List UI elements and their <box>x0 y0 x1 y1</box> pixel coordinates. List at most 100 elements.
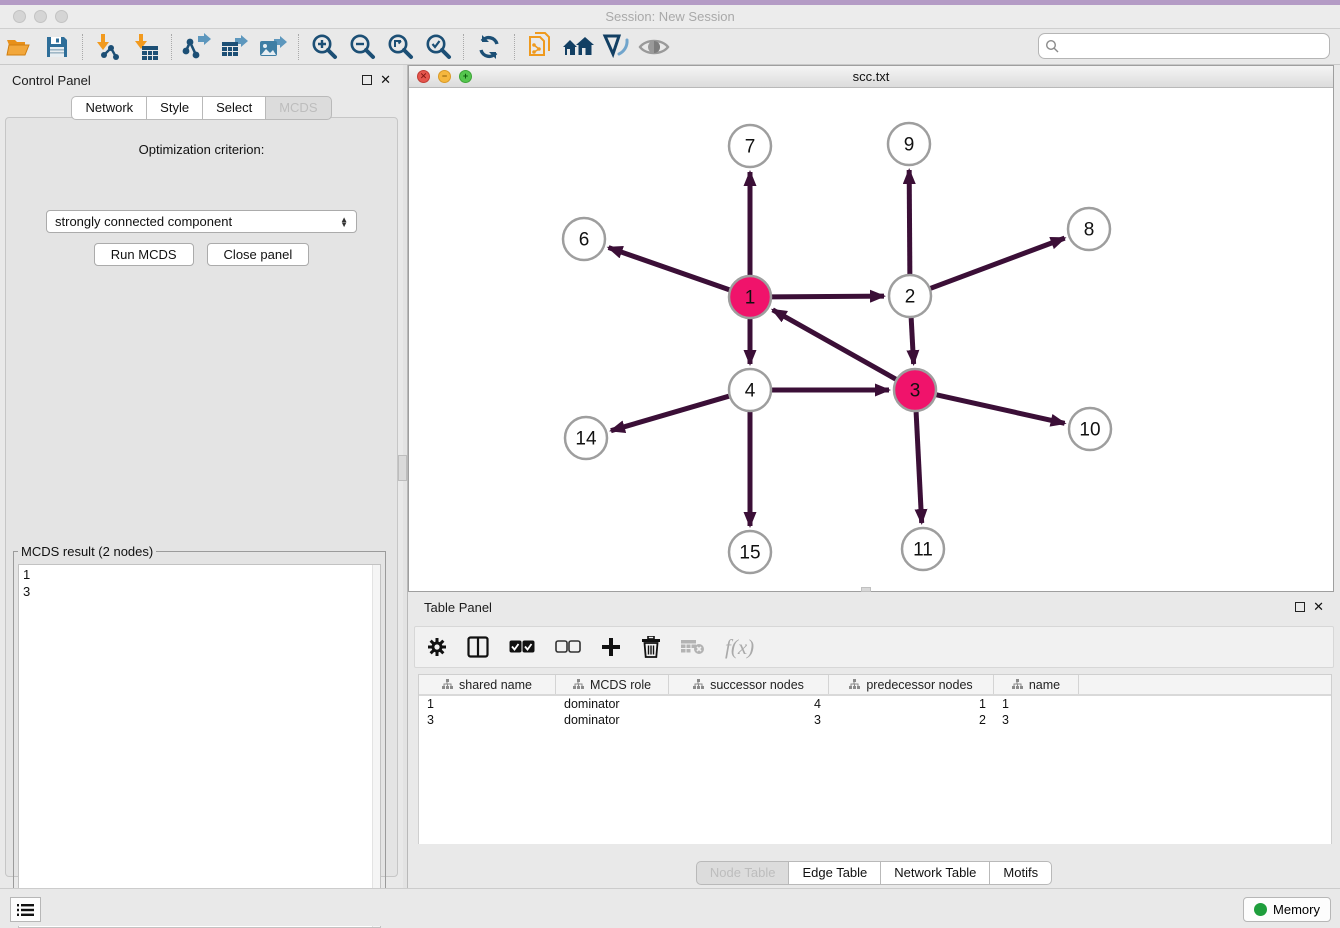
zoom-selected-icon[interactable] <box>419 31 457 63</box>
divider-handle[interactable] <box>398 455 407 481</box>
graph-node-10[interactable]: 10 <box>1069 408 1111 450</box>
graph-node-15[interactable]: 15 <box>729 531 771 573</box>
network-view-window: ✕ − + scc.txt 7 9 6 8 1 2 4 3 14 10 15 11 <box>408 65 1334 592</box>
graph-node-4[interactable]: 4 <box>729 369 771 411</box>
table-tab-motifs[interactable]: Motifs <box>989 861 1052 885</box>
column-header-predecessor-nodes[interactable]: predecessor nodes <box>829 675 994 694</box>
edge-3-10[interactable] <box>936 395 1064 424</box>
table-row[interactable]: 1dominator411 <box>419 696 1331 712</box>
open-file-icon[interactable] <box>0 31 38 63</box>
hide-annotations-icon[interactable] <box>597 31 635 63</box>
edge-3-11[interactable] <box>916 412 922 523</box>
table-settings-gear-icon[interactable] <box>427 630 447 664</box>
table-cell[interactable]: 1 <box>419 697 556 711</box>
tab-select[interactable]: Select <box>202 96 265 120</box>
graph-node-7[interactable]: 7 <box>729 125 771 167</box>
edge-1-6[interactable] <box>609 248 730 290</box>
global-search-field[interactable] <box>1038 33 1330 59</box>
app-title: Session: New Session <box>0 9 1340 24</box>
network-maximize-icon[interactable]: + <box>459 70 472 83</box>
table-tab-edge-table[interactable]: Edge Table <box>788 861 880 885</box>
select-all-icon[interactable] <box>509 630 535 664</box>
edge-3-1[interactable] <box>773 310 896 379</box>
column-header-name[interactable]: name <box>994 675 1079 694</box>
import-network-icon[interactable] <box>89 31 127 63</box>
clone-network-icon[interactable] <box>521 31 559 63</box>
export-table-icon[interactable] <box>216 31 254 63</box>
export-network-icon[interactable] <box>178 31 216 63</box>
edge-1-2[interactable] <box>772 296 884 297</box>
tab-style[interactable]: Style <box>146 96 202 120</box>
zoom-out-icon[interactable] <box>343 31 381 63</box>
network-minimize-icon[interactable]: − <box>438 70 451 83</box>
close-panel-icon[interactable]: ✕ <box>380 75 391 85</box>
table-cell[interactable]: 1 <box>829 697 994 711</box>
tab-network[interactable]: Network <box>71 96 146 120</box>
svg-text:9: 9 <box>904 135 915 156</box>
table-cell[interactable]: 3 <box>669 713 829 727</box>
table-cell[interactable]: 2 <box>829 713 994 727</box>
mcds-result-text: 1 3 <box>19 565 380 601</box>
float-panel-icon[interactable] <box>362 75 372 85</box>
table-tab-network-table[interactable]: Network Table <box>880 861 989 885</box>
tab-mcds[interactable]: MCDS <box>265 96 331 120</box>
network-window-titlebar[interactable]: ✕ − + scc.txt <box>409 66 1333 88</box>
table-cell[interactable]: 3 <box>994 713 1079 727</box>
table-cell[interactable]: dominator <box>556 697 669 711</box>
column-header-shared-name[interactable]: shared name <box>419 675 556 694</box>
import-table-icon[interactable] <box>127 31 165 63</box>
graph-node-1[interactable]: 1 <box>729 276 771 318</box>
table-row[interactable]: 3dominator323 <box>419 712 1331 728</box>
graph-node-9[interactable]: 9 <box>888 123 930 165</box>
home-layout-icon[interactable] <box>559 31 597 63</box>
table-cell[interactable]: dominator <box>556 713 669 727</box>
graph-node-14[interactable]: 14 <box>565 417 607 459</box>
mcds-panel-body: Optimization criterion: strongly connect… <box>5 117 398 877</box>
edge-2-9[interactable] <box>909 170 910 274</box>
result-scrollbar[interactable] <box>372 565 380 927</box>
svg-text:3: 3 <box>910 381 921 402</box>
graph-node-8[interactable]: 8 <box>1068 208 1110 250</box>
svg-text:8: 8 <box>1084 220 1095 241</box>
table-cell[interactable]: 3 <box>419 713 556 727</box>
function-builder-icon-disabled: f(x) <box>725 635 754 660</box>
edge-2-3[interactable] <box>911 318 913 364</box>
delete-column-trash-icon[interactable] <box>641 630 661 664</box>
refresh-icon[interactable] <box>470 31 508 63</box>
table-close-panel-icon[interactable]: ✕ <box>1313 602 1324 612</box>
graph-node-3[interactable]: 3 <box>894 369 936 411</box>
mcds-result-area[interactable]: 1 3 <box>18 564 381 928</box>
export-image-icon[interactable] <box>254 31 292 63</box>
show-column-panel-icon[interactable] <box>467 630 489 664</box>
close-panel-button[interactable]: Close panel <box>207 243 310 266</box>
graph-node-11[interactable]: 11 <box>902 528 944 570</box>
zoom-fit-icon[interactable] <box>381 31 419 63</box>
edge-2-8[interactable] <box>931 238 1065 288</box>
task-history-button[interactable] <box>10 897 41 922</box>
graph-node-6[interactable]: 6 <box>563 218 605 260</box>
search-input[interactable] <box>1064 39 1329 54</box>
network-canvas[interactable]: 7 9 6 8 1 2 4 3 14 10 15 11 <box>409 88 1333 590</box>
show-graphics-icon[interactable] <box>635 31 673 63</box>
table-cell[interactable]: 4 <box>669 697 829 711</box>
table-float-panel-icon[interactable] <box>1295 602 1305 612</box>
save-session-icon[interactable] <box>38 31 76 63</box>
criterion-value: strongly connected component <box>55 214 232 229</box>
column-header-mcds-role[interactable]: MCDS role <box>556 675 669 694</box>
add-column-icon[interactable] <box>601 630 621 664</box>
table-tab-node-table[interactable]: Node Table <box>696 861 789 885</box>
graph-node-2[interactable]: 2 <box>889 275 931 317</box>
zoom-in-icon[interactable] <box>305 31 343 63</box>
deselect-all-icon[interactable] <box>555 630 581 664</box>
control-panel-tabs: NetworkStyleSelectMCDS <box>0 96 403 120</box>
network-close-icon[interactable]: ✕ <box>417 70 430 83</box>
edge-4-14[interactable] <box>611 396 729 431</box>
run-mcds-button[interactable]: Run MCDS <box>94 243 194 266</box>
control-panel: Control Panel ✕ NetworkStyleSelectMCDS O… <box>0 65 403 888</box>
search-icon <box>1045 39 1060 54</box>
table-cell[interactable]: 1 <box>994 697 1079 711</box>
criterion-dropdown[interactable]: strongly connected component ▲▼ <box>46 210 357 233</box>
memory-button[interactable]: Memory <box>1243 897 1331 922</box>
list-icon <box>17 903 34 917</box>
column-header-successor-nodes[interactable]: successor nodes <box>669 675 829 694</box>
